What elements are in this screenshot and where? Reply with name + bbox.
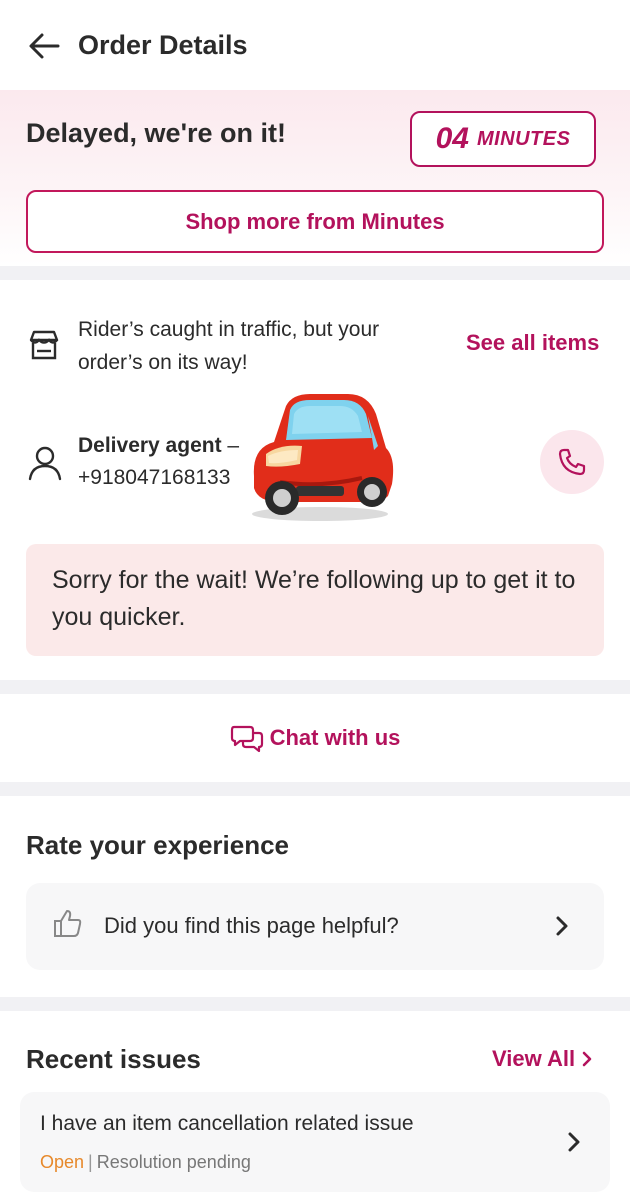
app-header: Order Details <box>0 0 630 90</box>
rate-experience-title: Rate your experience <box>26 830 290 860</box>
view-all-label: View All <box>492 1046 576 1071</box>
agent-label-suffix: – <box>221 434 240 457</box>
issue-status-line: Open | Resolution pending <box>40 1152 251 1173</box>
back-button[interactable] <box>26 28 62 64</box>
chat-bubbles-icon <box>230 725 263 753</box>
chat-with-us-button[interactable]: Chat with us <box>0 694 630 782</box>
feedback-prompt: Did you find this page helpful? <box>104 913 399 938</box>
chevron-right-icon <box>582 1051 592 1067</box>
delay-status-title: Delayed, we're on it! <box>26 118 286 148</box>
page-helpful-feedback-row[interactable]: Did you find this page helpful? <box>26 883 604 970</box>
brand-badge-number: 04 <box>435 122 469 155</box>
agent-phone-tail: 3 <box>218 466 231 489</box>
chevron-right-icon <box>556 916 568 936</box>
arrow-left-icon <box>29 33 60 59</box>
call-agent-button[interactable] <box>540 430 604 494</box>
chat-label: Chat with us <box>269 725 401 750</box>
thumbs-up-icon <box>54 910 82 937</box>
delivery-agent-phone: +918047168133 <box>78 466 230 490</box>
phone-icon <box>558 448 586 476</box>
red-car-emoji <box>252 394 394 521</box>
issue-resolution-status: Resolution pending <box>96 1152 251 1172</box>
status-divider: | <box>88 1152 93 1172</box>
issue-card[interactable]: I have an item cancellation related issu… <box>20 1092 610 1192</box>
agent-title: Delivery agent <box>78 434 222 457</box>
rider-status-message: Rider’s caught in traffic, but your orde… <box>78 318 380 374</box>
shop-more-button[interactable]: Shop more from Minutes <box>26 190 604 253</box>
page-title: Order Details <box>78 30 248 60</box>
issue-status-badge: Open <box>40 1152 85 1172</box>
section-divider <box>0 266 630 280</box>
delay-apology-note: Sorry for the wait! We’re following up t… <box>26 544 604 656</box>
agent-phone-number: +91804716813 <box>78 466 219 489</box>
view-all-issues-link[interactable]: View All <box>492 1046 593 1072</box>
store-icon <box>29 330 59 360</box>
minutes-brand-badge: 04 MINUTES <box>410 111 596 167</box>
section-divider <box>0 680 630 694</box>
chevron-right-icon <box>568 1132 580 1152</box>
user-icon <box>28 446 62 481</box>
recent-issues-title: Recent issues <box>26 1044 201 1074</box>
brand-badge-word: MINUTES <box>476 127 571 150</box>
issue-title: I have an item cancellation related issu… <box>40 1112 414 1135</box>
see-all-items-link[interactable]: See all items <box>466 330 599 356</box>
section-divider <box>0 997 630 1011</box>
section-divider <box>0 782 630 796</box>
